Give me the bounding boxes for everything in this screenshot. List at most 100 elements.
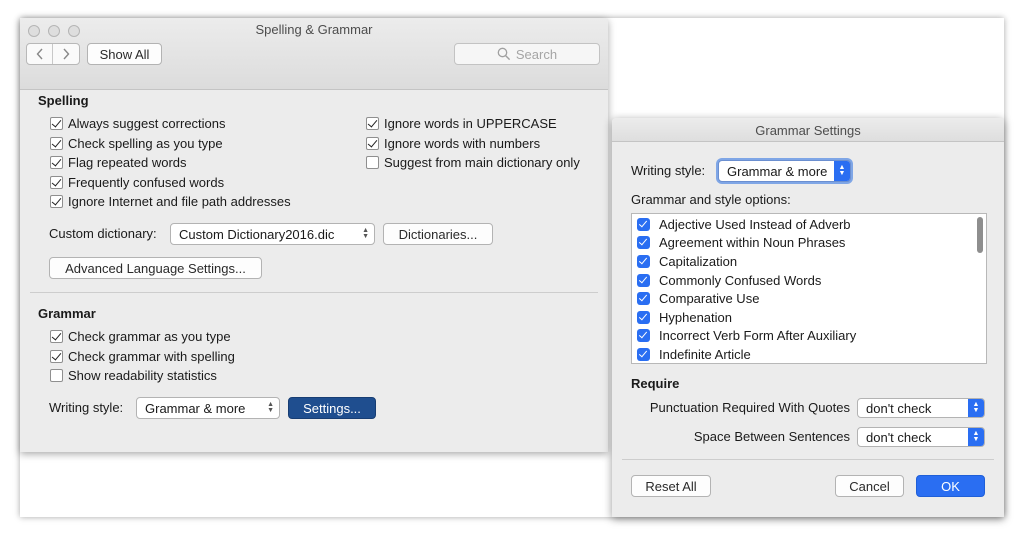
dictionaries-button[interactable]: Dictionaries...	[383, 223, 493, 245]
checkbox[interactable]	[50, 369, 63, 383]
writing-style-value: Grammar & more	[145, 400, 246, 416]
spelling-options-right: Ignore words in UPPERCASE Ignore words w…	[366, 114, 606, 173]
checkbox[interactable]	[50, 175, 63, 189]
scrollbar-thumb[interactable]	[977, 217, 983, 253]
option-main-dictionary-only[interactable]: Suggest from main dictionary only	[366, 153, 606, 173]
checkbox[interactable]	[637, 217, 650, 231]
space-between-popup[interactable]: don't check ▲ ▼	[857, 427, 985, 447]
window-titlebar: Spelling & Grammar Show All Search	[20, 18, 608, 90]
dialog-writing-style-label: Writing style:	[631, 163, 706, 178]
dialog-divider	[622, 459, 994, 460]
punctuation-popup[interactable]: don't check ▲ ▼	[857, 398, 985, 418]
option-label: Commonly Confused Words	[659, 272, 822, 288]
custom-dictionary-popup[interactable]: Custom Dictionary2016.dic ▲ ▼	[170, 223, 375, 245]
checkbox[interactable]	[50, 117, 63, 131]
option-ignore-numbers[interactable]: Ignore words with numbers	[366, 134, 606, 154]
option-label: Agreement within Noun Phrases	[659, 235, 846, 251]
scrollbar[interactable]	[975, 215, 985, 362]
require-heading: Require	[631, 376, 680, 391]
updown-arrows-icon: ▲ ▼	[362, 227, 369, 240]
option-readability-statistics[interactable]: Show readability statistics	[50, 366, 350, 386]
option-label: Ignore Internet and file path addresses	[68, 194, 291, 210]
forward-button[interactable]	[53, 44, 79, 64]
checkbox[interactable]	[50, 330, 63, 344]
grammar-settings-button[interactable]: Settings...	[288, 397, 376, 419]
advanced-language-settings-button[interactable]: Advanced Language Settings...	[49, 257, 262, 279]
checkbox[interactable]	[637, 329, 650, 343]
checkbox[interactable]	[50, 136, 63, 150]
chevron-right-icon	[63, 48, 70, 60]
search-placeholder: Search	[515, 46, 558, 62]
list-item[interactable]: Adjective Used Instead of Adverb	[632, 215, 986, 234]
option-label: Comparative Use	[659, 291, 760, 307]
list-item[interactable]: Commonly Confused Words	[632, 271, 986, 290]
option-check-grammar-with-spelling[interactable]: Check grammar with spelling	[50, 347, 350, 367]
back-button[interactable]	[27, 44, 54, 64]
checkbox[interactable]	[366, 136, 379, 150]
option-ignore-uppercase[interactable]: Ignore words in UPPERCASE	[366, 114, 606, 134]
checkbox[interactable]	[366, 117, 379, 131]
checkbox[interactable]	[50, 156, 63, 170]
list-item[interactable]: Capitalization	[632, 252, 986, 271]
chevron-left-icon	[36, 48, 43, 60]
option-label: Suggest from main dictionary only	[384, 155, 580, 171]
writing-style-label: Writing style:	[49, 400, 124, 415]
dialog-title: Grammar Settings	[755, 123, 861, 138]
checkbox[interactable]	[637, 236, 650, 250]
list-item[interactable]: Incorrect Verb Form After Auxiliary	[632, 327, 986, 346]
punctuation-value: don't check	[866, 400, 932, 416]
checkbox[interactable]	[637, 273, 650, 287]
updown-arrows-icon: ▲ ▼	[834, 161, 850, 181]
list-item[interactable]: Hyphenation	[632, 308, 986, 327]
option-always-suggest[interactable]: Always suggest corrections	[50, 114, 350, 134]
search-icon	[497, 47, 510, 61]
option-label: Check spelling as you type	[68, 135, 223, 151]
spelling-options-left: Always suggest corrections Check spellin…	[50, 114, 350, 212]
option-label: Hyphenation	[659, 309, 732, 325]
options-heading: Grammar and style options:	[631, 192, 791, 207]
list-item[interactable]: Agreement within Noun Phrases	[632, 234, 986, 253]
option-flag-repeated-words[interactable]: Flag repeated words	[50, 153, 350, 173]
option-label: Frequently confused words	[68, 174, 225, 190]
option-label: Indefinite Article	[659, 346, 751, 362]
list-item[interactable]: Indefinite Article	[632, 345, 986, 363]
option-label: Check grammar with spelling	[68, 348, 235, 364]
list-item[interactable]: Comparative Use	[632, 289, 986, 308]
grammar-options-list[interactable]: Adjective Used Instead of Adverb Agreeme…	[631, 213, 987, 364]
checkbox[interactable]	[637, 347, 650, 361]
option-label: Ignore words with numbers	[384, 135, 541, 151]
cancel-button[interactable]: Cancel	[835, 475, 904, 497]
option-frequently-confused[interactable]: Frequently confused words	[50, 173, 350, 193]
checkbox[interactable]	[637, 310, 650, 324]
reset-all-button[interactable]: Reset All	[631, 475, 711, 497]
grammar-options: Check grammar as you type Check grammar …	[50, 327, 350, 386]
grammar-settings-dialog: Grammar Settings Writing style: Grammar …	[612, 118, 1004, 517]
dialog-writing-style-value: Grammar & more	[727, 163, 828, 179]
search-input[interactable]: Search	[454, 43, 600, 65]
writing-style-popup[interactable]: Grammar & more ▲ ▼	[136, 397, 280, 419]
checkbox[interactable]	[50, 349, 63, 363]
dialog-writing-style-popup[interactable]: Grammar & more ▲ ▼	[718, 160, 851, 182]
checkbox[interactable]	[637, 254, 650, 268]
option-ignore-internet-addresses[interactable]: Ignore Internet and file path addresses	[50, 192, 350, 212]
updown-arrows-icon: ▲ ▼	[968, 399, 984, 417]
option-check-spelling-as-you-type[interactable]: Check spelling as you type	[50, 134, 350, 154]
checkbox[interactable]	[50, 195, 63, 209]
grammar-heading: Grammar	[38, 306, 96, 321]
checkbox[interactable]	[637, 292, 650, 306]
option-label: Capitalization	[659, 253, 738, 269]
dialog-titlebar: Grammar Settings	[612, 118, 1004, 142]
window-title: Spelling & Grammar	[255, 22, 373, 37]
option-label: Always suggest corrections	[68, 116, 226, 132]
updown-arrows-icon: ▲ ▼	[968, 428, 984, 446]
custom-dictionary-value: Custom Dictionary2016.dic	[179, 226, 335, 242]
custom-dictionary-label: Custom dictionary:	[49, 226, 157, 241]
ok-button[interactable]: OK	[916, 475, 985, 497]
checkbox[interactable]	[366, 156, 379, 170]
option-label: Flag repeated words	[68, 155, 187, 171]
nav-back-forward	[26, 43, 80, 65]
option-label: Adjective Used Instead of Adverb	[659, 216, 851, 232]
options-rows: Adjective Used Instead of Adverb Agreeme…	[632, 214, 986, 363]
show-all-button[interactable]: Show All	[87, 43, 162, 65]
option-check-grammar-as-you-type[interactable]: Check grammar as you type	[50, 327, 350, 347]
